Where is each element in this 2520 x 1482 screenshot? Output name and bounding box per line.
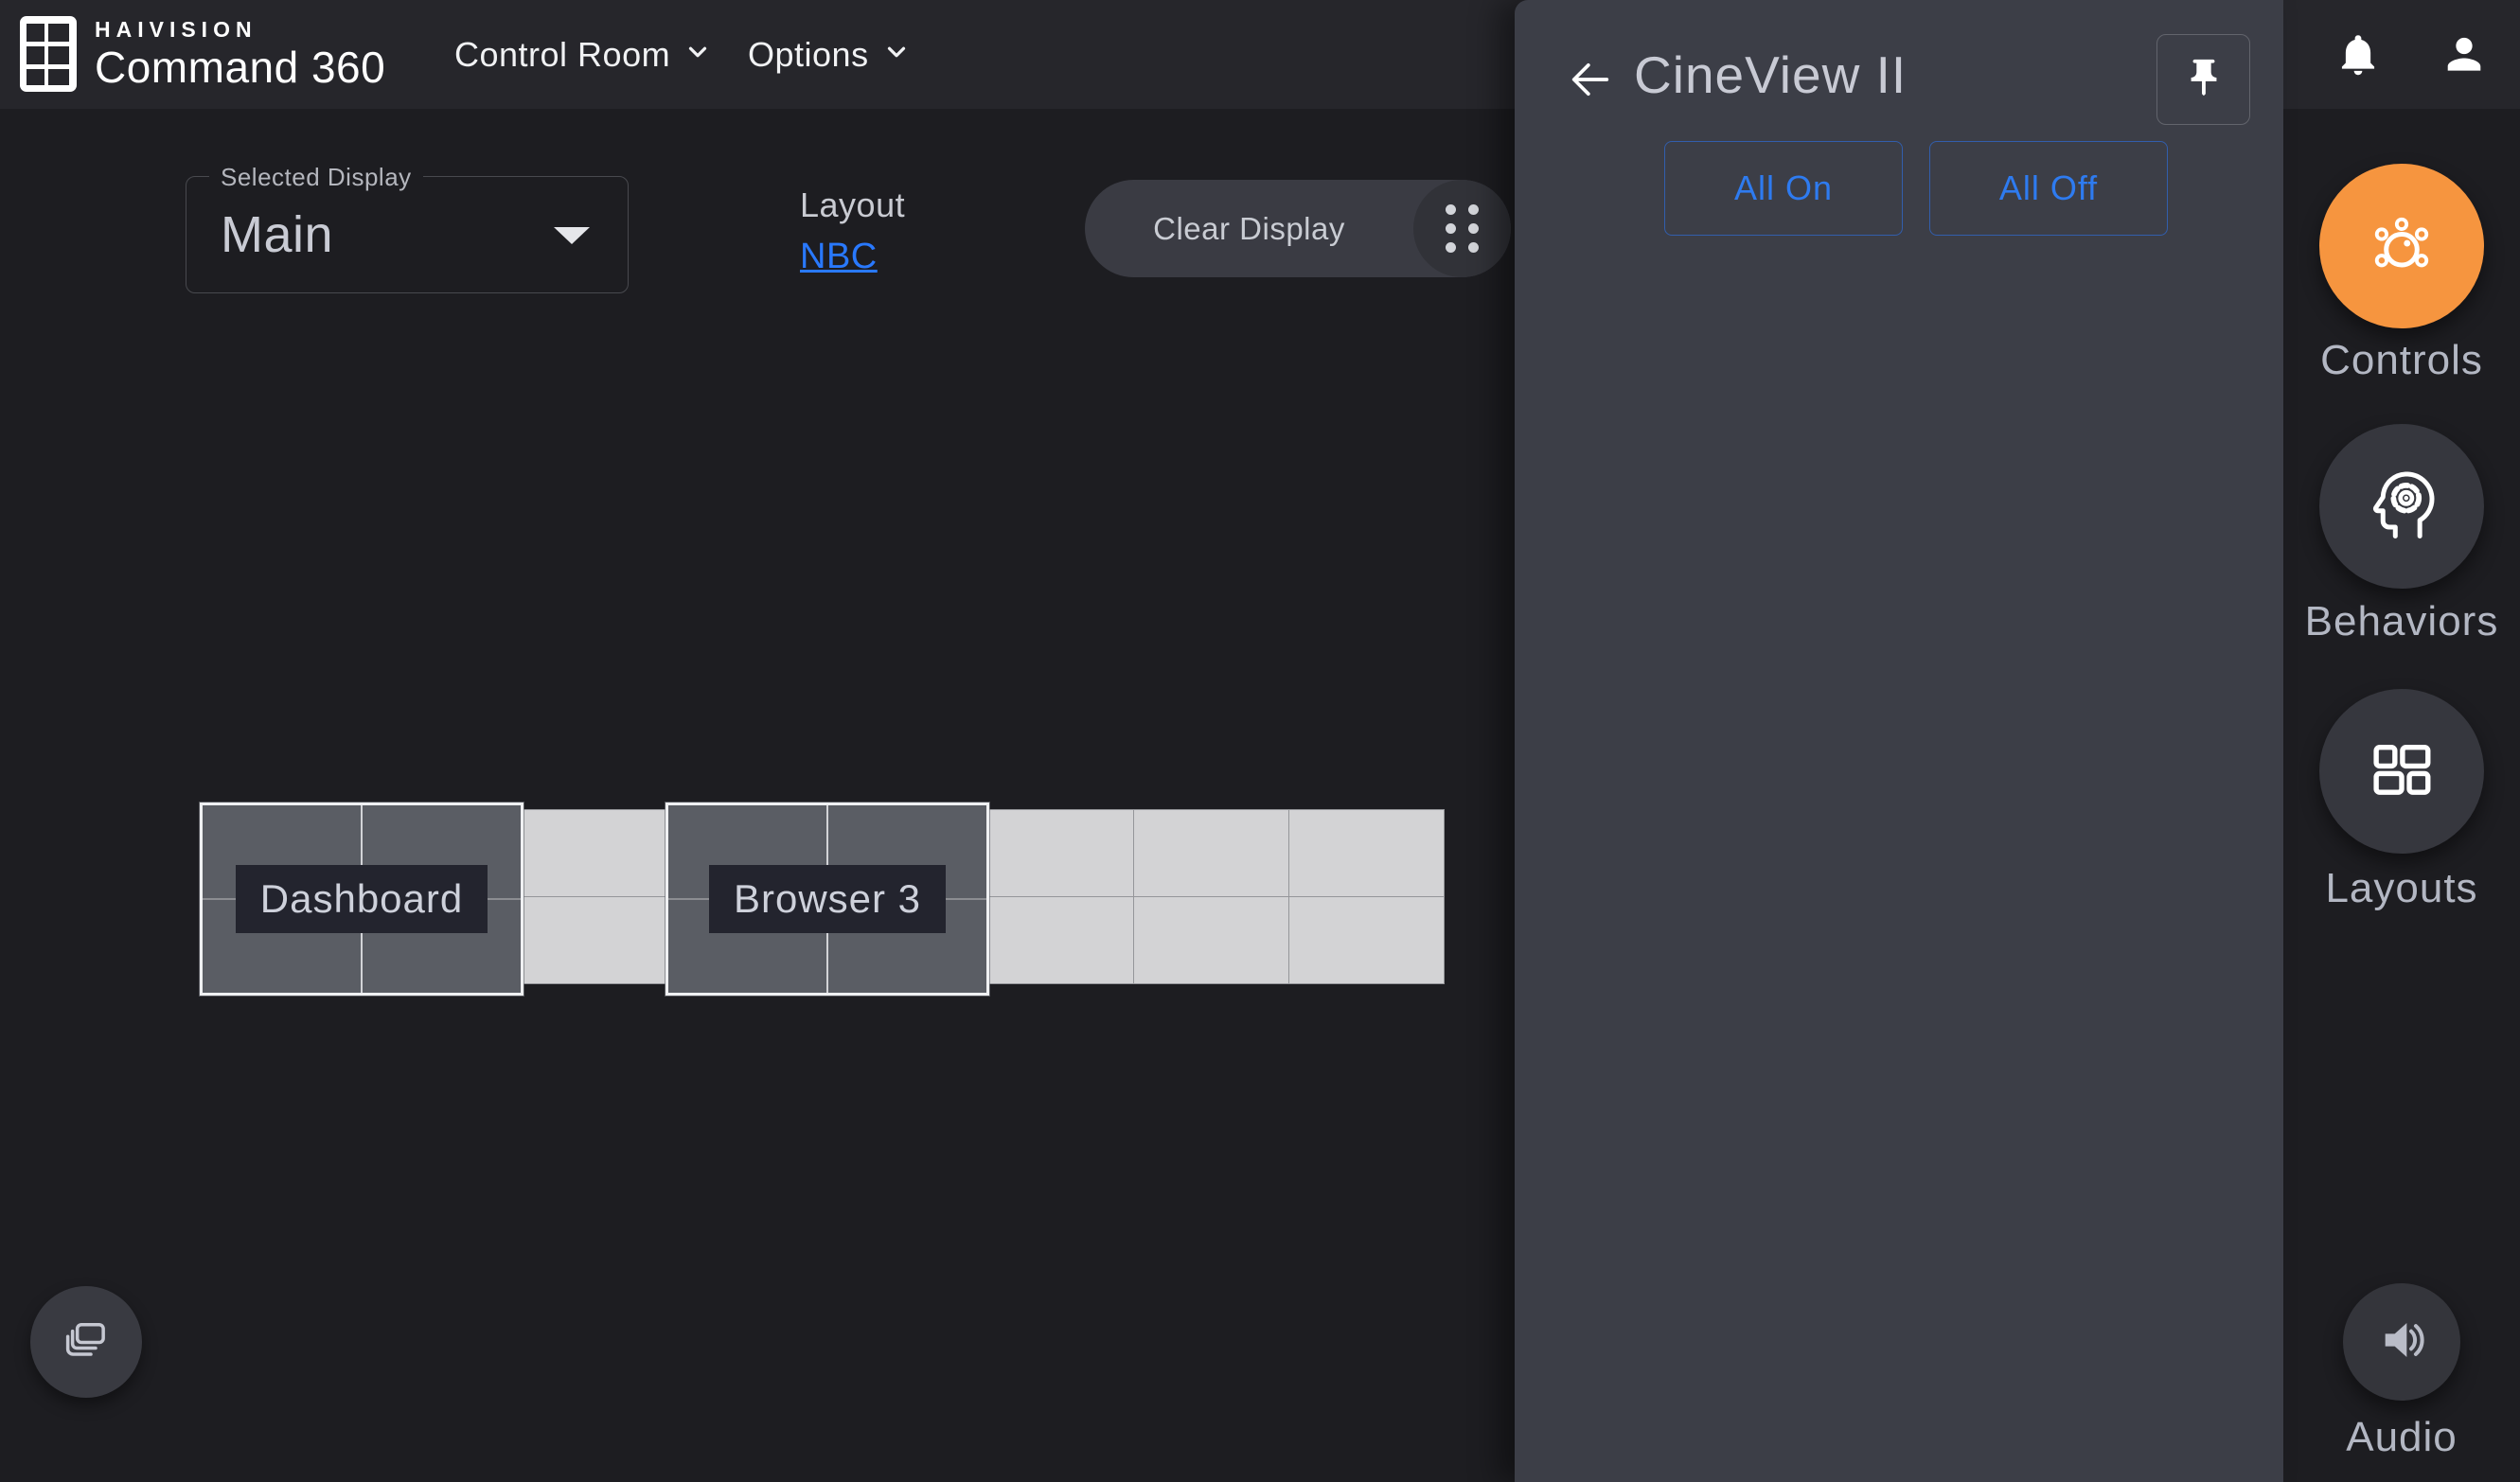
drag-dots bbox=[1446, 204, 1479, 253]
window-label: Browser 3 bbox=[709, 865, 946, 933]
grid-cell[interactable] bbox=[1134, 897, 1289, 984]
layers-icon bbox=[58, 1312, 115, 1373]
all-on-button[interactable]: All On bbox=[1664, 141, 1903, 236]
clear-display-button[interactable]: Clear Display bbox=[1085, 180, 1511, 277]
all-off-button[interactable]: All Off bbox=[1929, 141, 2168, 236]
audio-icon bbox=[2371, 1310, 2432, 1375]
all-off-label: All Off bbox=[1999, 168, 2098, 208]
nav-options[interactable]: Options bbox=[748, 0, 911, 109]
selected-display-select[interactable]: Selected Display Main bbox=[186, 176, 629, 293]
panel-title: CineView II bbox=[1634, 44, 1907, 105]
chevron-down-icon bbox=[683, 35, 712, 75]
sidebar-label-layouts: Layouts bbox=[2283, 865, 2520, 912]
wall-window-dashboard[interactable]: Dashboard bbox=[200, 803, 524, 996]
sidebar-label-audio: Audio bbox=[2283, 1414, 2520, 1461]
nav-options-label: Options bbox=[748, 35, 869, 75]
controls-icon bbox=[2358, 201, 2445, 292]
grid-cell[interactable] bbox=[980, 897, 1135, 984]
haivision-logo-icon bbox=[19, 15, 78, 97]
overview-layers-button[interactable] bbox=[30, 1286, 142, 1398]
behaviors-icon bbox=[2358, 461, 2445, 553]
user-icon[interactable] bbox=[2440, 31, 2488, 83]
chevron-down-icon bbox=[882, 35, 911, 75]
grid-cell[interactable] bbox=[515, 810, 670, 897]
brand-name: HAIVISION bbox=[95, 19, 385, 41]
grid-cell[interactable] bbox=[515, 897, 670, 984]
selected-display-value: Main bbox=[221, 205, 333, 264]
grid-cell[interactable] bbox=[1134, 810, 1289, 897]
nav-control-room-label: Control Room bbox=[454, 35, 670, 75]
selected-display-label: Selected Display bbox=[209, 163, 423, 192]
grid-cell[interactable] bbox=[980, 810, 1135, 897]
back-arrow-icon[interactable] bbox=[1564, 53, 1617, 106]
sidebar-item-layouts[interactable] bbox=[2319, 689, 2484, 854]
sidebar-item-behaviors[interactable] bbox=[2319, 424, 2484, 589]
sidebar-item-audio[interactable] bbox=[2343, 1283, 2460, 1401]
dropdown-arrow-icon bbox=[554, 227, 590, 244]
layout-label: Layout bbox=[800, 185, 905, 225]
grid-cell[interactable] bbox=[1289, 897, 1445, 984]
pin-button[interactable] bbox=[2156, 34, 2250, 125]
layout-link[interactable]: NBC bbox=[800, 237, 878, 277]
pin-icon bbox=[2182, 56, 2226, 104]
nav-control-room[interactable]: Control Room bbox=[454, 0, 712, 109]
all-on-label: All On bbox=[1734, 168, 1833, 208]
grid-cell[interactable] bbox=[1289, 810, 1445, 897]
window-label: Dashboard bbox=[236, 865, 488, 933]
brand: HAIVISION Command 360 bbox=[95, 19, 385, 89]
sidebar-item-controls[interactable] bbox=[2319, 164, 2484, 328]
brand-product: Command 360 bbox=[95, 45, 385, 89]
wall-window-browser3[interactable]: Browser 3 bbox=[665, 803, 989, 996]
clear-display-label: Clear Display bbox=[1085, 180, 1413, 277]
sidebar-label-behaviors: Behaviors bbox=[2283, 598, 2520, 645]
layouts-icon bbox=[2361, 729, 2442, 815]
bell-icon[interactable] bbox=[2334, 31, 2382, 83]
cineview-panel: CineView II All On All Off bbox=[1515, 0, 2283, 1482]
drag-dots-icon[interactable] bbox=[1413, 180, 1511, 277]
sidebar-label-controls: Controls bbox=[2283, 337, 2520, 384]
